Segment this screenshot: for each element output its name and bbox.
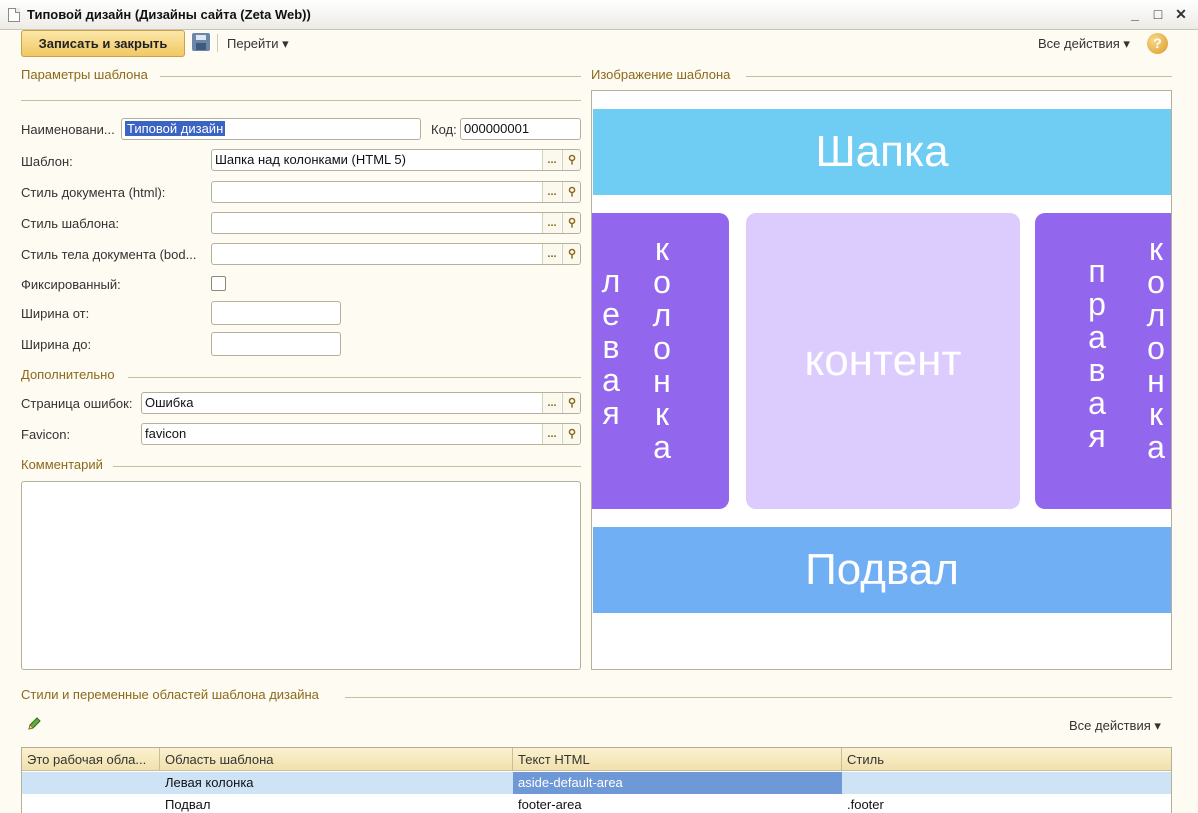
select-button[interactable]: ... — [542, 182, 561, 202]
name-label: Наименовани... — [21, 122, 115, 137]
table-row[interactable]: Подвал footer-area .footer — [22, 794, 1171, 813]
grid-all-actions-menu[interactable]: Все действия ▾ — [1069, 718, 1161, 734]
comment-textarea[interactable] — [21, 481, 581, 670]
col-header-style[interactable]: Стиль — [842, 748, 1171, 771]
divider — [345, 697, 1172, 698]
comment-group-title: Комментарий — [21, 457, 103, 472]
toolbar-separator — [217, 34, 218, 52]
template-style-label: Стиль шаблона: — [21, 216, 120, 231]
help-icon[interactable]: ? — [1147, 33, 1168, 54]
template-field[interactable]: Шапка над колонками (HTML 5) ... ⚲ — [211, 149, 581, 171]
select-button[interactable]: ... — [542, 150, 561, 170]
template-preview-image: Шапка левая колонка контент правая колон… — [591, 90, 1172, 670]
doc-style-label: Стиль документа (html): — [21, 185, 166, 200]
select-button[interactable]: ... — [542, 424, 561, 444]
error-page-label: Страница ошибок: — [21, 396, 133, 411]
search-icon[interactable]: ⚲ — [562, 182, 580, 202]
form-toolbar: Записать и закрыть Перейти ▾ Все действи… — [0, 30, 1198, 60]
document-icon — [8, 8, 20, 22]
right-column-word2: колонка — [1146, 231, 1166, 465]
template-label: Шаблон: — [21, 154, 73, 169]
select-button[interactable]: ... — [542, 213, 561, 233]
right-column-word1: правая — [1088, 253, 1106, 454]
doc-style-field[interactable]: ... ⚲ — [211, 181, 581, 203]
template-value: Шапка над колонками (HTML 5) — [215, 152, 406, 167]
width-from-field[interactable] — [211, 301, 341, 325]
goto-menu[interactable]: Перейти ▾ — [227, 36, 289, 52]
left-column-word1: левая — [601, 263, 621, 431]
col-header-working[interactable]: Это рабочая обла... — [22, 748, 160, 771]
params-group-title: Параметры шаблона — [21, 67, 148, 82]
styles-group-title: Стили и переменные областей шаблона диза… — [21, 687, 319, 702]
preview-content-block: контент — [746, 213, 1020, 509]
template-style-field[interactable]: ... ⚲ — [211, 212, 581, 234]
additional-group-title: Дополнительно — [21, 367, 115, 382]
name-field[interactable]: Типовой дизайн — [121, 118, 421, 140]
save-and-close-button[interactable]: Записать и закрыть — [21, 30, 185, 57]
col-header-area[interactable]: Область шаблона — [160, 748, 513, 771]
styles-table: Это рабочая обла... Область шаблона Текс… — [21, 747, 1172, 813]
favicon-field[interactable]: favicon ... ⚲ — [141, 423, 581, 445]
search-icon[interactable]: ⚲ — [562, 213, 580, 233]
search-icon[interactable]: ⚲ — [562, 424, 580, 444]
width-to-label: Ширина до: — [21, 337, 92, 352]
fixed-checkbox[interactable] — [211, 276, 226, 291]
favicon-label: Favicon: — [21, 427, 71, 442]
preview-right-column: правая колонка — [1035, 213, 1171, 509]
preview-left-column: левая колонка — [592, 213, 729, 509]
divider — [113, 466, 581, 467]
pencil-icon[interactable] — [26, 716, 42, 732]
left-column-word2: колонка — [652, 231, 672, 465]
width-from-label: Ширина от: — [21, 306, 90, 321]
search-icon[interactable]: ⚲ — [562, 244, 580, 264]
close-button[interactable]: ✕ — [1171, 4, 1191, 24]
error-page-field[interactable]: Ошибка ... ⚲ — [141, 392, 581, 414]
divider — [746, 76, 1172, 77]
minimize-button[interactable]: _ — [1125, 4, 1145, 24]
window-titlebar: Типовой дизайн (Дизайны сайта (Zeta Web)… — [0, 0, 1198, 30]
width-to-field[interactable] — [211, 332, 341, 356]
code-field[interactable]: 000000001 — [460, 118, 581, 140]
preview-header-block: Шапка — [593, 109, 1171, 195]
all-actions-menu[interactable]: Все действия ▾ — [1038, 36, 1130, 52]
divider — [21, 100, 581, 101]
code-label: Код: — [431, 122, 457, 137]
divider — [160, 76, 581, 77]
save-icon[interactable] — [192, 33, 210, 51]
search-icon[interactable]: ⚲ — [562, 150, 580, 170]
table-header: Это рабочая обла... Область шаблона Текс… — [22, 748, 1171, 771]
search-icon[interactable]: ⚲ — [562, 393, 580, 413]
divider — [128, 377, 581, 378]
select-button[interactable]: ... — [542, 393, 561, 413]
maximize-button[interactable]: □ — [1148, 4, 1168, 24]
body-style-label: Стиль тела документа (bod... — [21, 247, 197, 262]
body-style-field[interactable]: ... ⚲ — [211, 243, 581, 265]
window-title: Типовой дизайн (Дизайны сайта (Zeta Web)… — [27, 7, 311, 22]
preview-footer-block: Подвал — [593, 527, 1171, 613]
col-header-html[interactable]: Текст HTML — [513, 748, 842, 771]
select-button[interactable]: ... — [542, 244, 561, 264]
preview-group-title: Изображение шаблона — [591, 67, 731, 82]
fixed-label: Фиксированный: — [21, 277, 121, 292]
table-row[interactable]: Левая колонка aside-default-area — [22, 772, 1171, 794]
